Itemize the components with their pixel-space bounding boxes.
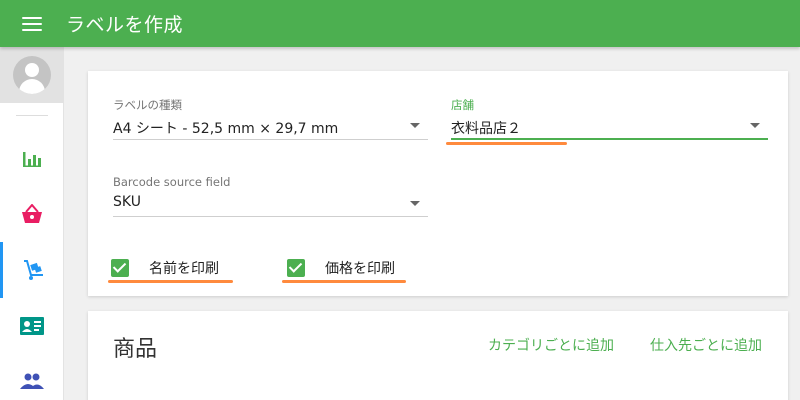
store-highlight (446, 142, 567, 145)
people-icon (20, 373, 44, 389)
barcode-source-value: SKU (113, 194, 141, 210)
sidebar (0, 47, 64, 400)
sidebar-item-cart[interactable] (0, 242, 64, 298)
menu-icon[interactable] (22, 16, 42, 31)
chevron-down-icon (410, 123, 420, 128)
store-value: 衣料品店２ (451, 121, 521, 137)
chevron-down-icon (750, 123, 760, 128)
label-type-label: ラベルの種類 (113, 98, 182, 112)
user-icon (13, 56, 51, 94)
store-label: 店舗 (451, 98, 474, 112)
sidebar-item-contacts[interactable] (0, 298, 64, 354)
label-type-select[interactable]: ラベルの種類 A4 シート - 52,5 mm × 29,7 mm (113, 97, 428, 141)
add-by-category-link[interactable]: カテゴリごとに追加 (488, 335, 614, 355)
label-type-value: A4 シート - 52,5 mm × 29,7 mm (113, 121, 339, 137)
avatar[interactable] (0, 47, 64, 103)
sidebar-item-basket[interactable] (0, 186, 64, 242)
barcode-source-select[interactable]: Barcode source field SKU (113, 175, 428, 217)
label-settings-card: ラベルの種類 A4 シート - 52,5 mm × 29,7 mm 店舗 衣料品… (88, 71, 788, 296)
print-name-label: 名前を印刷 (149, 261, 219, 277)
products-card: 商品 カテゴリごとに追加 仕入先ごとに追加 (88, 311, 788, 400)
basket-icon (22, 204, 42, 223)
print-price-checkbox[interactable] (287, 259, 305, 277)
page-title: ラベルを作成 (66, 14, 184, 36)
print-price-option[interactable]: 価格を印刷 (287, 258, 395, 278)
add-by-supplier-link[interactable]: 仕入先ごとに追加 (650, 335, 762, 355)
bar-chart-icon (23, 152, 41, 167)
hand-truck-icon (23, 260, 43, 280)
app-bar: ラベルを作成 (0, 0, 800, 47)
print-name-checkbox[interactable] (111, 259, 129, 277)
print-name-option[interactable]: 名前を印刷 (111, 258, 219, 278)
products-title: 商品 (113, 337, 158, 362)
sidebar-item-people[interactable] (0, 353, 64, 400)
print-name-highlight (108, 280, 233, 283)
barcode-source-label: Barcode source field (113, 175, 231, 189)
chevron-down-icon (410, 201, 420, 206)
sidebar-item-stats[interactable] (0, 131, 64, 187)
print-price-label: 価格を印刷 (325, 261, 395, 277)
store-select[interactable]: 店舗 衣料品店２ (451, 97, 768, 141)
print-price-highlight (282, 280, 406, 283)
sidebar-divider (15, 115, 48, 116)
id-card-icon (20, 317, 44, 335)
